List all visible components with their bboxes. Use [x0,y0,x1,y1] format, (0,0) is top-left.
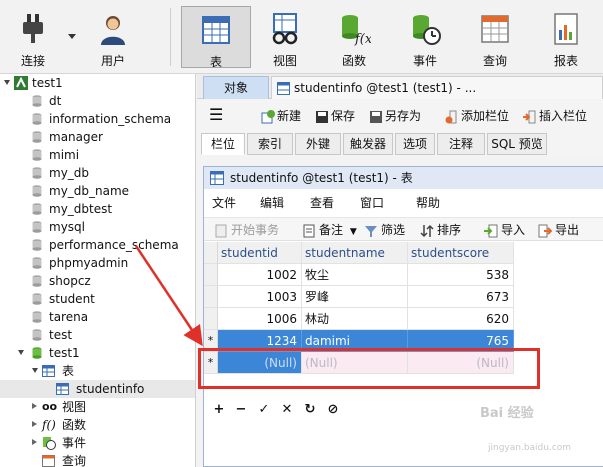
watermark: Bai 经验 [480,406,534,421]
highlight-box [198,348,540,389]
watermark-url: jingyan.baidu.com [488,443,572,453]
annotation-arrow [134,245,203,347]
